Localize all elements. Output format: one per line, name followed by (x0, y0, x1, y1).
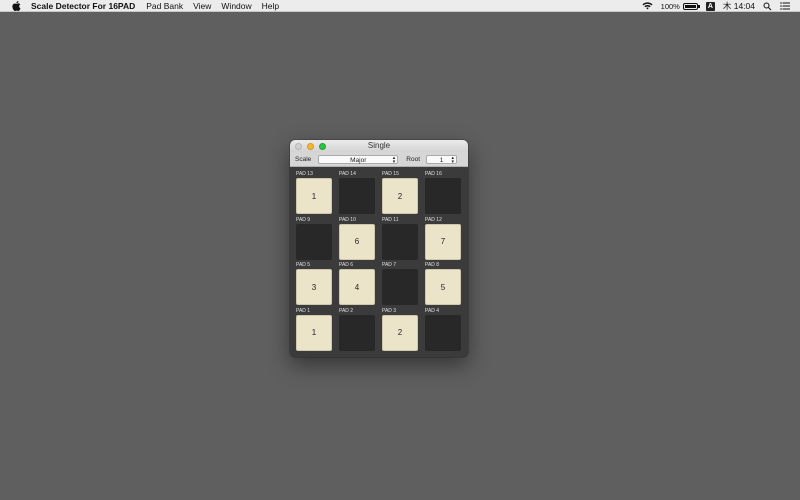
pad-label: PAD 14 (339, 171, 356, 177)
pad-button[interactable] (339, 314, 375, 351)
pad-button[interactable]: 2 (382, 314, 418, 351)
menu-pad-bank[interactable]: Pad Bank (146, 0, 183, 12)
scale-select[interactable]: Major ▴ ▾ (318, 154, 399, 165)
pad-cell: PAD 13 1 (296, 171, 333, 215)
pad-button[interactable]: 3 (296, 269, 332, 305)
root-select[interactable]: 1 ▴ ▾ (426, 154, 457, 165)
pad-button[interactable] (425, 178, 461, 214)
search-icon[interactable] (763, 2, 772, 11)
pad-label: PAD 4 (425, 307, 440, 314)
root-label: Root (406, 155, 420, 163)
pad-cell: PAD 12 7 (425, 217, 462, 261)
menu-view[interactable]: View (193, 0, 211, 12)
battery-percent[interactable]: 100% (661, 2, 680, 11)
pad-cell: PAD 4 (425, 308, 462, 352)
menu-status-area: 100% A 木 14:04 (642, 0, 800, 12)
pad-label: PAD 3 (382, 307, 397, 314)
window-toolbar: Scale Major ▴ ▾ Root 1 ▴ ▾ (290, 152, 468, 167)
pad-label: PAD 16 (425, 171, 442, 177)
input-source-icon[interactable]: A (705, 1, 715, 11)
pad-button[interactable]: 1 (296, 178, 332, 214)
pad-label: PAD 2 (339, 307, 354, 314)
root-select-value: 1 (439, 156, 444, 164)
pad-cell: PAD 53 (296, 262, 333, 306)
apple-icon[interactable] (11, 0, 21, 11)
list-icon[interactable] (780, 2, 790, 10)
menu-help[interactable]: Help (262, 0, 279, 12)
menu-app-name[interactable]: Scale Detector For 16PAD (31, 0, 135, 12)
pad-cell: PAD 14 (339, 171, 376, 215)
pad-cell: PAD 9 (296, 217, 333, 261)
pad-cell: PAD 85 (425, 262, 462, 306)
stepper-arrows-icon: ▴ ▾ (451, 154, 454, 165)
zoom-window-button[interactable] (319, 142, 326, 150)
pad-button[interactable]: 1 (296, 314, 332, 351)
pad-label: PAD 9 (296, 216, 311, 223)
pad-button[interactable] (382, 269, 418, 305)
window-title: Single (367, 141, 391, 150)
pad-button[interactable]: 2 (382, 178, 418, 214)
pad-label: PAD 6 (339, 262, 354, 268)
pad-label: PAD 1 (296, 307, 311, 314)
pad-button[interactable]: 4 (339, 269, 375, 305)
pad-label: PAD 13 (296, 171, 313, 177)
pad-cell: PAD 11 (296, 308, 333, 352)
stepper-arrows-icon: ▴ ▾ (392, 154, 396, 165)
pad-button[interactable] (339, 178, 375, 214)
pad-cell: PAD 7 (382, 262, 419, 306)
pad-label: PAD 11 (382, 216, 399, 223)
pad-button[interactable]: 5 (425, 269, 461, 305)
pad-button[interactable]: 6 (339, 223, 375, 260)
menu-bar: Scale Detector For 16PAD Pad Bank View W… (0, 0, 800, 12)
pad-label: PAD 12 (425, 216, 442, 223)
pad-button[interactable]: 7 (425, 223, 461, 260)
pad-button[interactable] (382, 223, 418, 260)
battery-icon[interactable] (682, 2, 700, 10)
close-window-button[interactable] (295, 142, 302, 150)
pad-cell: PAD 10 6 (339, 217, 376, 261)
pad-cell: PAD 32 (382, 308, 419, 352)
pad-label: PAD 10 (339, 216, 356, 223)
pad-cell: PAD 2 (339, 308, 376, 352)
pad-cell: PAD 15 2 (382, 171, 419, 215)
scale-select-value: Major (350, 156, 367, 164)
pad-cell: PAD 11 (382, 217, 419, 261)
single-window: Single Scale Major ▴ ▾ Root 1 ▴ ▾ PAD 13 1 P… (290, 140, 468, 357)
menu-clock[interactable]: 木 14:04 (723, 0, 755, 12)
wifi-icon[interactable] (642, 2, 653, 10)
pad-cell: PAD 16 (425, 171, 462, 215)
pad-label: PAD 15 (382, 171, 399, 177)
menu-window[interactable]: Window (221, 0, 251, 12)
pad-label: PAD 5 (296, 262, 311, 268)
window-titlebar[interactable]: Single (290, 140, 468, 152)
scale-label: Scale (295, 155, 312, 163)
pad-label: PAD 8 (425, 262, 440, 268)
pad-button[interactable] (425, 314, 461, 351)
pad-button[interactable] (296, 223, 332, 260)
pad-cell: PAD 64 (339, 262, 376, 306)
pad-label: PAD 7 (382, 262, 397, 268)
minimize-window-button[interactable] (307, 142, 314, 150)
battery-level (684, 4, 696, 8)
